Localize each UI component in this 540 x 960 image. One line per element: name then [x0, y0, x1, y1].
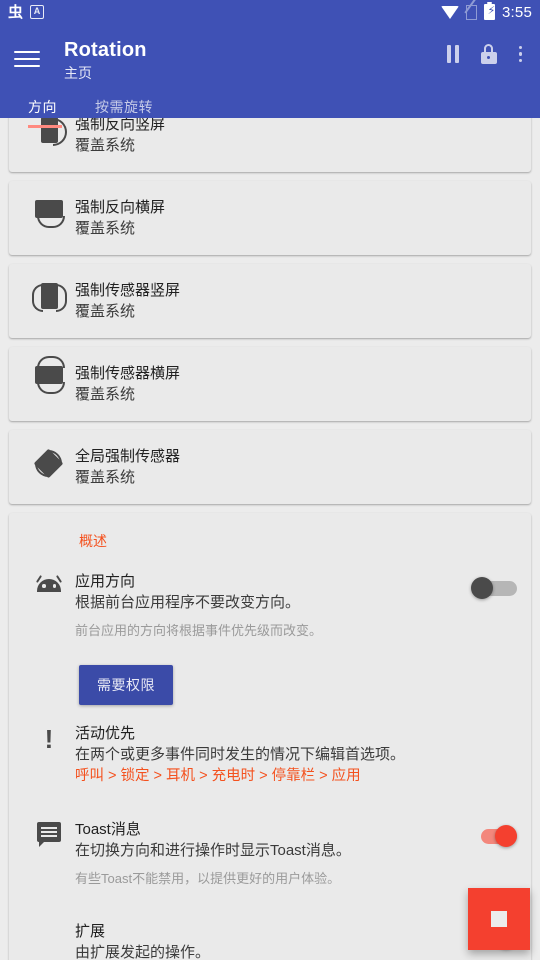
- status-bar: 虫 A ⚡ 3:55: [0, 0, 540, 24]
- translate-badge-icon: A: [30, 5, 45, 19]
- tab-bar: 方向 按需旋转: [0, 89, 540, 128]
- row-subtitle: 根据前台应用程序不要改变方向。: [75, 594, 301, 611]
- battery-charging-icon: ⚡: [484, 1, 495, 20]
- request-permission-button[interactable]: 需要权限: [79, 665, 173, 705]
- row-subtitle: 在两个或更多事件同时发生的情况下编辑首选项。: [75, 746, 406, 763]
- exclamation-icon: !: [44, 724, 54, 754]
- overflow-menu-icon[interactable]: [518, 45, 522, 63]
- tab-rotate-on-demand[interactable]: 按需旋转: [81, 89, 167, 127]
- page-title: Rotation: [64, 39, 147, 61]
- sim-card-off-icon: [466, 4, 477, 20]
- row-texts: 应用方向 根据前台应用程序不要改变方向。 前台应用的方向将根据事件优先级而改变。: [75, 571, 471, 641]
- status-bar-left: 虫 A: [8, 3, 45, 21]
- tab-orientation[interactable]: 方向: [14, 89, 71, 127]
- message-icon: [23, 819, 75, 847]
- android-robot-icon: [23, 571, 75, 592]
- toggle-toast[interactable]: [471, 821, 517, 851]
- phone-sensor-landscape-icon: [23, 356, 75, 394]
- stop-square-icon: [491, 911, 507, 927]
- row-subtitle: 由扩展发起的操作。: [75, 944, 211, 960]
- row-title: Toast消息: [75, 821, 141, 838]
- row-title: 强制反向横屏: [75, 199, 166, 216]
- rotate-sensor-icon: [23, 446, 75, 479]
- row-extension[interactable]: 扩展 由扩展发起的操作。: [9, 905, 531, 960]
- section-header-overview: 概述: [79, 533, 107, 549]
- app-bar-actions: [446, 44, 527, 64]
- row-title: 扩展: [75, 923, 106, 940]
- app-bar-row: Rotation 主页: [0, 24, 540, 83]
- row-texts: 强制反向横屏 覆盖系统: [75, 197, 517, 239]
- card-global-force-sensor[interactable]: 全局强制传感器 覆盖系统: [9, 430, 531, 504]
- table-row[interactable]: 强制反向横屏 覆盖系统: [9, 181, 531, 255]
- app-screen: 虫 A ⚡ 3:55 Rotation 主页 方向 按需旋转 强制反向竖屏 覆盖…: [0, 0, 540, 960]
- phone-landscape-reverse-icon: [23, 197, 75, 228]
- row-title: 活动优先: [75, 725, 136, 742]
- extension-icon-placeholder: [23, 921, 75, 924]
- row-texts: Toast消息 在切换方向和进行操作时显示Toast消息。 有些Toast不能禁…: [75, 819, 471, 889]
- stop-fab-button[interactable]: [468, 888, 530, 950]
- card-force-sensor-landscape[interactable]: 强制传感器横屏 覆盖系统: [9, 347, 531, 421]
- priority-chain-text: 呼叫 > 锁定 > 耳机 > 充电时 > 停靠栏 > 应用: [75, 768, 361, 784]
- row-subtitle: 覆盖系统: [75, 469, 136, 486]
- card-force-reverse-landscape[interactable]: 强制反向横屏 覆盖系统: [9, 181, 531, 255]
- page-subtitle: 主页: [64, 65, 92, 81]
- row-toast[interactable]: Toast消息 在切换方向和进行操作时显示Toast消息。 有些Toast不能禁…: [9, 803, 531, 905]
- hamburger-menu-icon[interactable]: [14, 42, 48, 76]
- row-title: 应用方向: [75, 573, 136, 590]
- row-texts: 强制传感器横屏 覆盖系统: [75, 363, 517, 405]
- scroll-content[interactable]: 强制反向竖屏 覆盖系统 强制反向横屏 覆盖系统 强制传感器竖屏 覆盖系统 强制传…: [0, 98, 540, 960]
- lock-icon[interactable]: [480, 44, 497, 64]
- row-subtitle: 在切换方向和进行操作时显示Toast消息。: [75, 842, 351, 859]
- card-overview: 概述 应用方向 根据前台应用程序不要改变方向。 前台应用的方向将根据事件优先级而…: [9, 513, 531, 960]
- app-bar: Rotation 主页 方向 按需旋转: [0, 24, 540, 128]
- row-subtitle: 覆盖系统: [75, 220, 136, 237]
- row-title: 全局强制传感器: [75, 448, 181, 465]
- row-activity-priority[interactable]: ! 活动优先 在两个或更多事件同时发生的情况下编辑首选项。 呼叫 > 锁定 > …: [9, 707, 531, 803]
- row-subtitle: 覆盖系统: [75, 137, 136, 154]
- row-title: 强制传感器竖屏: [75, 282, 181, 299]
- tab-indicator: [28, 125, 62, 128]
- clock-text: 3:55: [502, 3, 532, 21]
- row-hint: 有些Toast不能禁用，以提供更好的用户体验。: [75, 871, 341, 886]
- row-app-orientation[interactable]: 应用方向 根据前台应用程序不要改变方向。 前台应用的方向将根据事件优先级而改变。: [9, 555, 531, 657]
- row-texts: 扩展 由扩展发起的操作。: [75, 921, 471, 960]
- phone-sensor-portrait-icon: [23, 280, 75, 312]
- pause-icon[interactable]: [446, 45, 459, 63]
- row-texts: 活动优先 在两个或更多事件同时发生的情况下编辑首选项。 呼叫 > 锁定 > 耳机…: [75, 723, 517, 787]
- row-subtitle: 覆盖系统: [75, 386, 136, 403]
- toggle-app-orientation[interactable]: [471, 573, 517, 603]
- row-title: 强制传感器横屏: [75, 365, 181, 382]
- table-row[interactable]: 全局强制传感器 覆盖系统: [9, 430, 531, 504]
- table-row[interactable]: 强制传感器横屏 覆盖系统: [9, 347, 531, 421]
- row-texts: 全局强制传感器 覆盖系统: [75, 446, 517, 488]
- row-hint: 前台应用的方向将根据事件优先级而改变。: [75, 623, 323, 638]
- row-texts: 强制传感器竖屏 覆盖系统: [75, 280, 517, 322]
- row-subtitle: 覆盖系统: [75, 303, 136, 320]
- status-bar-right: ⚡ 3:55: [441, 1, 532, 21]
- app-bar-titles: Rotation 主页: [64, 36, 447, 83]
- table-row[interactable]: 强制传感器竖屏 覆盖系统: [9, 264, 531, 338]
- wifi-icon: [441, 5, 459, 19]
- card-force-sensor-portrait[interactable]: 强制传感器竖屏 覆盖系统: [9, 264, 531, 338]
- bug-icon: 虫: [8, 3, 24, 21]
